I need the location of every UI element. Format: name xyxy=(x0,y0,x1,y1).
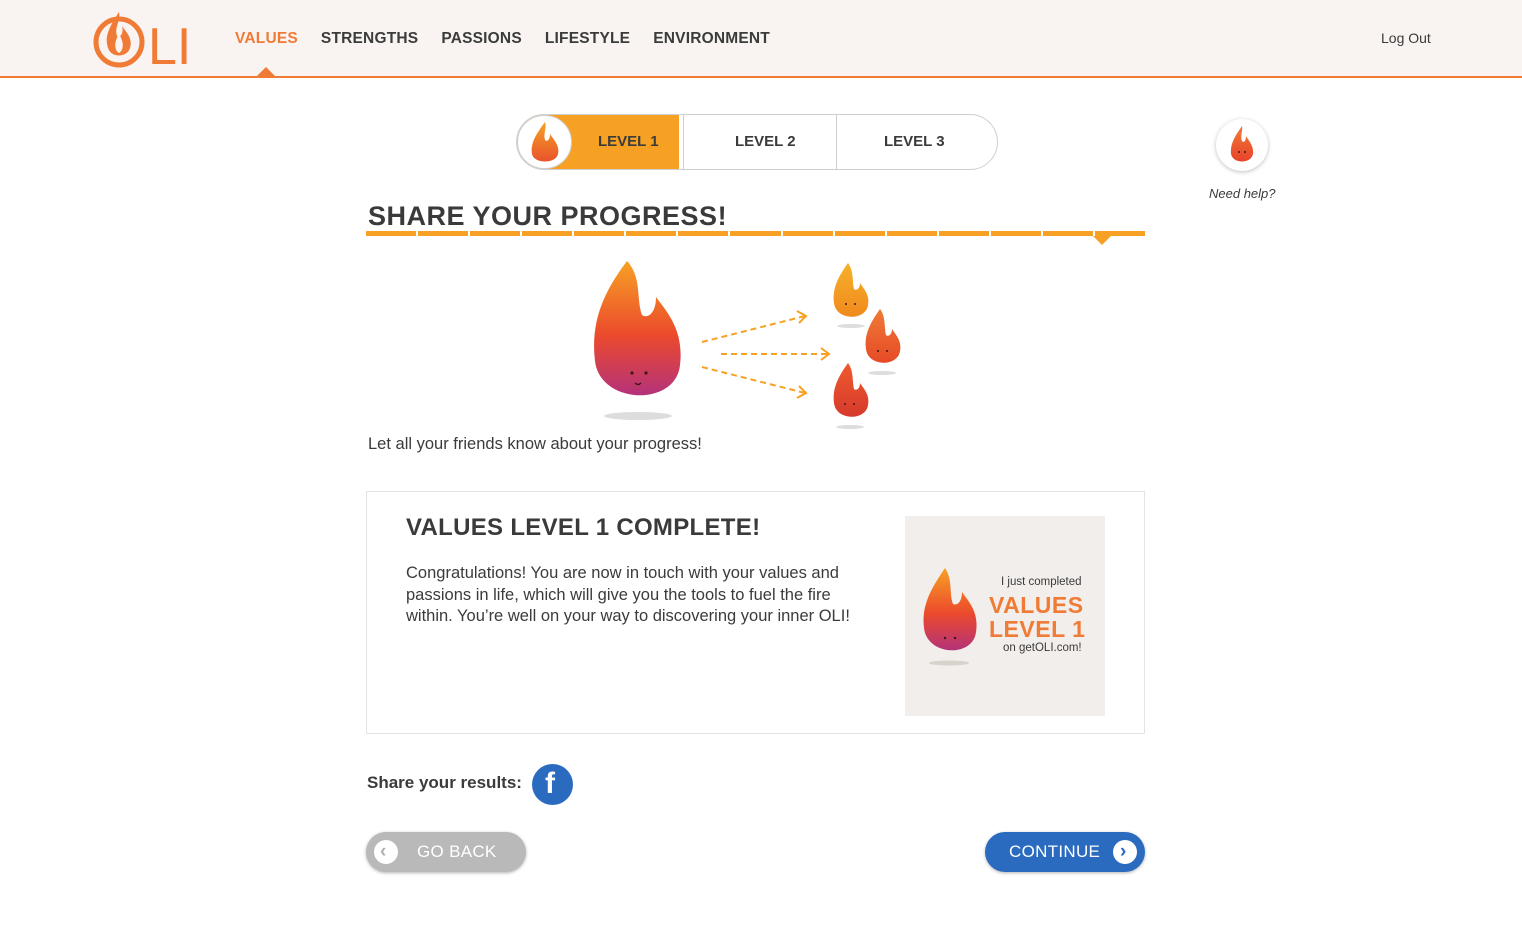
continue-button[interactable]: CONTINUE › xyxy=(985,832,1145,872)
chevron-left-icon: ‹ xyxy=(374,840,398,864)
go-back-label: GO BACK xyxy=(417,842,497,861)
go-back-button[interactable]: ‹ GO BACK xyxy=(366,832,526,872)
progress-segment xyxy=(730,231,781,236)
card-body: Congratulations! You are now in touch wi… xyxy=(406,564,850,625)
help-button[interactable] xyxy=(1216,119,1268,171)
chevron-right-icon: › xyxy=(1113,840,1137,864)
nav-passions[interactable]: PASSIONS xyxy=(441,30,522,48)
badge-line-3: LEVEL 1 xyxy=(989,616,1086,642)
need-help-link[interactable]: Need help? xyxy=(1209,186,1276,201)
flame-icon xyxy=(1230,126,1254,162)
progress-segment xyxy=(938,231,989,236)
flame-mascot-icon xyxy=(923,568,977,666)
share-illustration xyxy=(580,255,920,435)
progress-segment xyxy=(1042,231,1093,236)
page-title: SHARE YOUR PROGRESS! xyxy=(368,201,728,231)
tab-level-1[interactable]: LEVEL 1 xyxy=(598,133,659,150)
badge-line-1: I just completed xyxy=(1001,576,1082,588)
level-divider xyxy=(683,115,684,169)
progress-bar xyxy=(366,231,1145,237)
progress-segment xyxy=(626,231,677,236)
progress-segment xyxy=(418,231,469,236)
level-flame-icon xyxy=(517,115,572,169)
badge-line-4: on getOLI.com! xyxy=(1003,642,1082,654)
progress-segment xyxy=(522,231,573,236)
share-label: Share your results: xyxy=(367,773,522,792)
continue-label: CONTINUE xyxy=(1009,842,1101,861)
progress-segment xyxy=(782,231,833,236)
progress-segment xyxy=(574,231,625,236)
progress-segment xyxy=(990,231,1041,236)
badge-line-2: VALUES xyxy=(989,592,1084,618)
oli-logo[interactable]: LI xyxy=(90,4,194,76)
card-title: VALUES LEVEL 1 COMPLETE! xyxy=(406,514,761,541)
tab-level-3[interactable]: LEVEL 3 xyxy=(884,133,945,150)
facebook-icon[interactable]: f xyxy=(532,764,573,805)
active-nav-caret xyxy=(257,67,275,76)
completion-card: VALUES LEVEL 1 COMPLETE! Congratulations… xyxy=(366,491,1145,734)
svg-text:LI: LI xyxy=(148,18,191,70)
progress-segment xyxy=(886,231,937,236)
level-switcher: LEVEL 1 LEVEL 2 LEVEL 3 xyxy=(516,114,998,170)
nav-values[interactable]: VALUES xyxy=(235,30,298,48)
share-intro-text: Let all your friends know about your pro… xyxy=(368,435,702,453)
progress-segment xyxy=(678,231,729,236)
nav-strengths[interactable]: STRENGTHS xyxy=(321,30,418,48)
logout-link[interactable]: Log Out xyxy=(1381,30,1431,46)
progress-segment xyxy=(366,231,417,236)
progress-segment xyxy=(470,231,521,236)
facebook-glyph: f xyxy=(545,767,555,800)
progress-segment xyxy=(834,231,885,236)
progress-current-marker xyxy=(1093,236,1111,245)
nav-lifestyle[interactable]: LIFESTYLE xyxy=(545,30,630,48)
level-divider xyxy=(836,115,837,169)
completion-badge-image: I just completed VALUES LEVEL 1 on getOL… xyxy=(905,516,1105,716)
nav-environment[interactable]: ENVIRONMENT xyxy=(653,30,770,48)
top-header: LI VALUES STRENGTHS PASSIONS LIFESTYLE E… xyxy=(0,0,1522,78)
main-nav: VALUES STRENGTHS PASSIONS LIFESTYLE ENVI… xyxy=(235,30,793,48)
tab-level-2[interactable]: LEVEL 2 xyxy=(735,133,796,150)
